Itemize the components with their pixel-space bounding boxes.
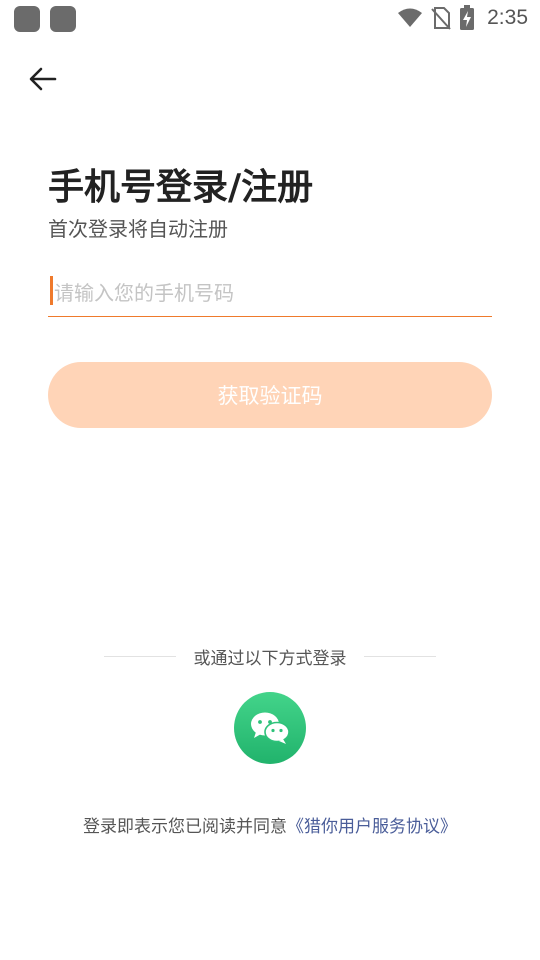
phone-field[interactable] — [48, 272, 492, 317]
alt-login-label: 或通过以下方式登录 — [193, 648, 347, 669]
notification-icon — [50, 6, 76, 32]
page-subtitle: 首次登录将自动注册 — [48, 217, 228, 241]
phone-input[interactable] — [48, 272, 492, 314]
text-cursor — [50, 276, 53, 305]
back-button[interactable] — [24, 60, 62, 98]
battery-charging-icon — [460, 5, 475, 30]
system-icons: 2:35 — [397, 4, 528, 32]
wechat-icon — [251, 712, 290, 744]
clock: 2:35 — [487, 6, 528, 29]
no-sim-icon — [431, 7, 451, 30]
agreement-prefix: 登录即表示您已阅读并同意 — [83, 817, 287, 837]
page-title: 手机号登录/注册 — [48, 167, 314, 208]
divider-line-left — [104, 655, 176, 657]
status-bar: 2:35 — [0, 0, 540, 36]
wechat-login-button[interactable] — [234, 692, 306, 764]
arrow-left-icon — [29, 67, 57, 91]
alt-login-divider: 或通过以下方式登录 — [104, 643, 436, 669]
wifi-icon — [398, 8, 423, 27]
get-code-button[interactable]: 获取验证码 — [48, 362, 492, 428]
divider-line-right — [364, 655, 436, 657]
agreement-text: 登录即表示您已阅读并同意《猎你用户服务协议》 — [0, 812, 540, 837]
user-agreement-link[interactable]: 《猎你用户服务协议》 — [287, 817, 457, 837]
notification-icon — [14, 6, 40, 32]
